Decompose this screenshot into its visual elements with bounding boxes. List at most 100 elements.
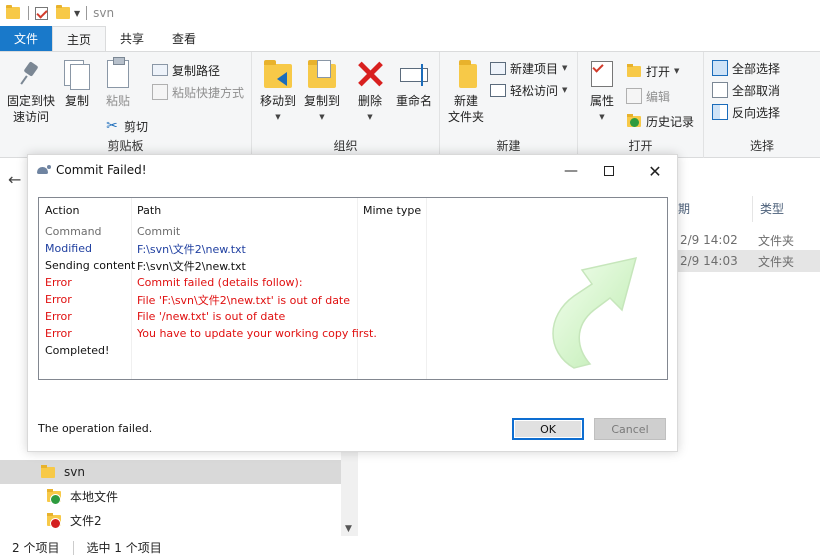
file-row[interactable]: 2/9 14:02 文件夹 (676, 229, 820, 251)
cancel-button[interactable]: Cancel (594, 418, 666, 440)
pin-label-1: 固定到快 (6, 94, 55, 108)
tortoise-icon (36, 164, 51, 176)
invert-selection-button[interactable]: 反向选择 (712, 102, 780, 122)
operation-message: The operation failed. (38, 422, 153, 435)
window-title: svn (93, 6, 115, 20)
copy-button[interactable]: 复制 (60, 58, 94, 109)
nav-scrollbar[interactable]: ▼ (341, 452, 358, 536)
copy-path-button[interactable]: 复制路径 (152, 60, 220, 80)
edit-button[interactable]: 编辑 (626, 86, 670, 106)
nav-item-svn[interactable]: svn (0, 460, 341, 484)
scissors-icon: ✂ (106, 118, 118, 134)
pin-quick-access-button[interactable]: 固定到快 速访问 (4, 58, 58, 125)
properties-quick-icon[interactable] (35, 6, 48, 20)
column-date[interactable]: 期 (678, 200, 690, 217)
navigation-pane: svn 本地文件 文件2 ▼ (0, 452, 360, 536)
new-folder-button[interactable]: 新建 文件夹 (444, 58, 488, 125)
commit-log-list[interactable]: Action Path Mime type Command Commit Mod… (38, 197, 668, 380)
ribbon: 固定到快 速访问 复制 粘贴 复制路径 粘贴快捷方式 ✂ 剪切 剪贴板 移动到 … (0, 51, 820, 158)
select-none-button[interactable]: 全部取消 (712, 80, 780, 100)
easy-access-button[interactable]: 轻松访问 ▼ (490, 80, 567, 100)
column-path[interactable]: Path (137, 204, 161, 217)
pin-label-2: 速访问 (12, 110, 49, 124)
easy-access-icon (490, 83, 506, 97)
column-mime[interactable]: Mime type (363, 204, 421, 217)
column-action[interactable]: Action (45, 204, 79, 217)
new-group-label: 新建 (496, 139, 521, 153)
tab-share[interactable]: 共享 (106, 26, 158, 51)
back-arrow-icon[interactable]: ← (8, 170, 21, 189)
new-item-button[interactable]: 新建项目 ▼ (490, 58, 567, 78)
new-group: 新建 文件夹 新建项目 ▼ 轻松访问 ▼ 新建 (440, 52, 578, 158)
paste-shortcut-button[interactable]: 粘贴快捷方式 (152, 82, 244, 102)
tab-home[interactable]: 主页 (52, 26, 107, 51)
new-folder-icon (459, 60, 477, 88)
chevron-down-icon: ▼ (674, 67, 680, 75)
log-row[interactable]: Command Commit (45, 223, 665, 240)
paste-button[interactable]: 粘贴 (100, 57, 136, 109)
maximize-button[interactable] (586, 159, 632, 183)
log-row[interactable]: Modified F:\svn\文件2\new.txt (45, 240, 665, 257)
organize-group-label: 组织 (333, 139, 358, 153)
nav-item-local-files[interactable]: 本地文件 (0, 484, 341, 508)
folder-icon (6, 5, 20, 19)
select-all-icon (712, 60, 728, 76)
nav-item-file2[interactable]: 文件2 (0, 508, 341, 532)
copy-to-button[interactable]: 复制到 ▼ (300, 58, 344, 125)
open-group-label: 打开 (628, 139, 653, 153)
paste-shortcut-icon (152, 84, 168, 100)
move-to-icon (263, 58, 293, 90)
selected-count: 选中 1 个项目 (86, 541, 162, 555)
ok-button[interactable]: OK (512, 418, 584, 440)
ribbon-tabs: 文件 主页 共享 查看 (0, 26, 820, 51)
column-type[interactable]: 类型 (760, 200, 784, 217)
chevron-down-icon: ▼ (562, 86, 568, 94)
open-folder-icon (626, 63, 642, 79)
pin-icon (20, 63, 42, 85)
chevron-down-icon: ▼ (367, 113, 373, 121)
open-button[interactable]: 打开 ▼ (626, 61, 679, 81)
minimize-icon: — (564, 163, 578, 179)
file-row-selected[interactable]: 2/9 14:03 文件夹 (676, 250, 820, 272)
folder-ok-icon (46, 488, 62, 505)
status-bar: 2 个项目 选中 1 个项目 (0, 536, 820, 559)
move-to-button[interactable]: 移动到 ▼ (256, 58, 300, 125)
select-all-button[interactable]: 全部选择 (712, 58, 780, 78)
new-folder-quick-icon[interactable] (56, 5, 70, 19)
copy-label: 复制 (64, 94, 89, 108)
divider (86, 6, 88, 20)
copy-icon (62, 58, 92, 90)
scroll-down-icon[interactable]: ▼ (345, 524, 352, 534)
clipboard-icon (107, 57, 129, 88)
organize-group: 移动到 ▼ 复制到 ▼ 删除 ▼ 重命名 组织 (252, 52, 440, 158)
dialog-title: Commit Failed! (56, 163, 147, 177)
properties-button[interactable]: 属性 ▼ (584, 58, 620, 125)
edit-icon (626, 88, 642, 104)
history-button[interactable]: 历史记录 (626, 111, 694, 131)
commit-arrow-icon (552, 256, 638, 369)
close-button[interactable]: ✕ (632, 159, 678, 183)
commit-failed-dialog: Commit Failed! — ✕ Action Path Mime type… (27, 154, 678, 452)
title-bar: ▼ svn (0, 0, 820, 26)
paste-label: 粘贴 (105, 94, 130, 108)
select-none-icon (712, 82, 728, 98)
divider (73, 540, 75, 555)
close-icon: ✕ (648, 161, 662, 181)
column-divider[interactable] (752, 196, 753, 222)
chevron-down-icon: ▼ (562, 64, 568, 72)
clipboard-group-label: 剪贴板 (107, 139, 144, 153)
cut-button[interactable]: ✂ 剪切 (104, 116, 148, 136)
clipboard-group: 固定到快 速访问 复制 粘贴 复制路径 粘贴快捷方式 ✂ 剪切 剪贴板 (0, 52, 252, 158)
copy-path-icon (152, 64, 168, 76)
delete-icon (357, 61, 383, 87)
rename-button[interactable]: 重命名 (392, 58, 436, 109)
tab-file[interactable]: 文件 (0, 26, 52, 51)
tab-view[interactable]: 查看 (158, 26, 210, 51)
history-icon (626, 113, 642, 129)
rename-icon (400, 64, 428, 86)
divider (28, 6, 29, 20)
chevron-down-icon[interactable]: ▼ (74, 9, 80, 18)
delete-button[interactable]: 删除 ▼ (352, 58, 388, 125)
copy-to-icon (307, 58, 337, 90)
chevron-down-icon: ▼ (275, 113, 281, 121)
